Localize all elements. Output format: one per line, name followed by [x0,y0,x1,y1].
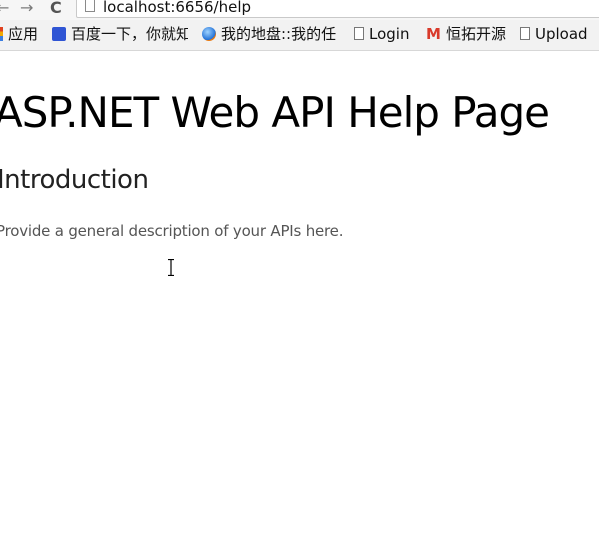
bookmark-upload[interactable]: Upload [520,24,599,44]
bookmark-label: 百度一下，你就知 [71,25,188,43]
section-description: Provide a general description of your AP… [0,222,344,240]
page-icon [520,27,530,40]
bookmarks-bar: 应用 百度一下，你就知 我的地盘::我的任 Login M 恒拓开源 Upload [0,21,599,48]
bookmark-login[interactable]: Login [354,24,418,44]
address-bar[interactable]: localhost:6656/help [76,0,599,18]
bookmark-label: Login [369,25,410,43]
apps-icon [0,26,3,41]
forward-button[interactable]: → [20,0,33,18]
bookmark-baidu[interactable]: 百度一下，你就知 [52,24,188,44]
bookmark-label: 应用 [8,25,39,43]
bookmark-hengtuo[interactable]: M 恒拓开源 [426,24,516,44]
bookmark-label: 我的地盘::我的任 [221,25,337,43]
globe-icon [202,26,216,41]
paw-icon [52,26,66,41]
back-button[interactable]: ← [0,0,9,18]
bookmark-label: 恒拓开源 [446,25,507,43]
address-url[interactable]: localhost:6656/help [103,0,251,15]
text-cursor-icon [168,259,174,276]
m-icon: M [426,24,441,43]
browser-toolbar: ← → C localhost:6656/help [0,0,599,20]
bookmark-label: Upload [535,25,588,43]
bookmark-wodedipan[interactable]: 我的地盘::我的任 [202,24,338,44]
browser-chrome: ← → C localhost:6656/help 应用 百度一下，你就知 我的… [0,0,599,51]
page-icon [354,27,364,40]
page-content: ASP.NET Web API Help Page Introduction P… [0,50,599,533]
reload-button[interactable]: C [50,0,62,18]
bookmark-apps[interactable]: 应用 [0,24,47,44]
page-icon [85,0,95,12]
page-title: ASP.NET Web API Help Page [0,88,550,137]
section-title: Introduction [0,165,149,195]
